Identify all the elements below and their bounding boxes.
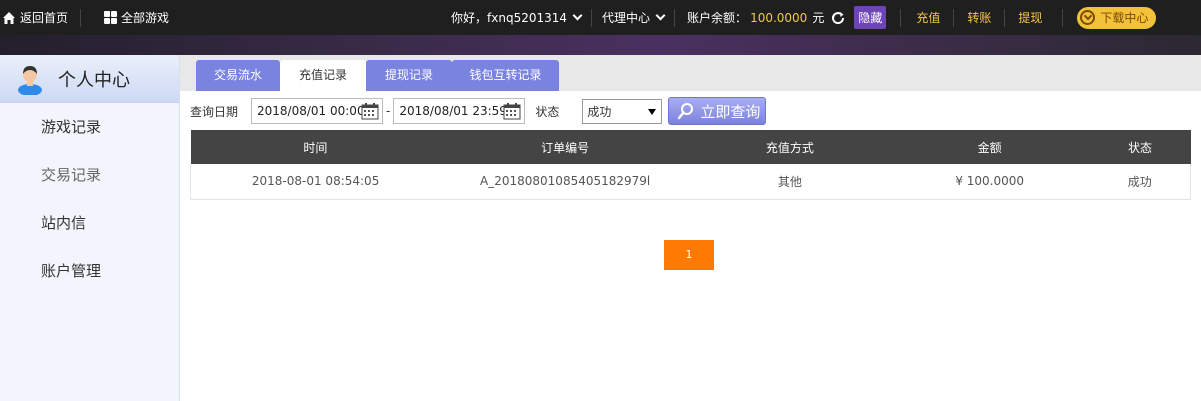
filter-bar: 查询日期 2018/08/01 00:00 - 2018/08/01 23:59… [190, 97, 767, 125]
header-banner [0, 35, 1201, 55]
status-label: 状态 [535, 104, 560, 119]
balance-label: 账户余额： [687, 11, 748, 25]
withdraw-link[interactable]: 提现 [1018, 0, 1042, 35]
hide-balance-button[interactable]: 隐藏 [854, 6, 887, 29]
balance-unit: 元 [812, 11, 825, 25]
end-date-value: 2018/08/01 23:59 [399, 104, 507, 118]
search-icon [677, 102, 695, 120]
chevron-down-icon [572, 10, 583, 21]
divider [1062, 8, 1064, 27]
home-link[interactable]: 返回首页 [0, 0, 68, 35]
sidebar-item-messages[interactable]: 站内信 [0, 199, 179, 247]
recharge-link[interactable]: 充值 [916, 0, 940, 35]
column-header-time: 时间 [190, 130, 441, 164]
top-bar: 返回首页 全部游戏 你好，fxnq5201314 代理中心 账户余额： 100.… [0, 0, 1201, 35]
divider [591, 8, 593, 27]
dropdown-arrow-icon [648, 108, 657, 115]
user-menu[interactable]: 你好，fxnq5201314 [451, 0, 587, 35]
column-header-amount: 金额 [889, 130, 1090, 164]
all-games-label: 全部游戏 [121, 11, 170, 25]
column-header-status: 状态 [1089, 130, 1191, 164]
table-row: 2018-08-01 08:54:05 A_201808010854051829… [190, 164, 1191, 200]
download-center-button[interactable]: 下载中心 [1077, 6, 1157, 29]
sidebar: 个人中心 游戏记录 交易记录 站内信 账户管理 [0, 55, 180, 401]
cell-order-number: A_20180801085405182979l [440, 164, 691, 200]
query-button-label: 立即查询 [700, 102, 761, 121]
date-label: 查询日期 [190, 104, 239, 119]
column-header-method: 充值方式 [690, 130, 890, 164]
start-date-value: 2018/08/01 00:00 [257, 104, 365, 118]
home-icon [2, 11, 16, 25]
records-table: 时间 订单编号 充值方式 金额 状态 2018-08-01 08:54:05 A… [190, 130, 1191, 200]
page-button-current[interactable]: 1 [664, 240, 714, 270]
all-games-link[interactable]: 全部游戏 [104, 0, 169, 35]
divider [1004, 8, 1006, 27]
tab-recharge-records[interactable]: 充值记录 [280, 60, 366, 91]
chevron-down-icon [655, 10, 666, 21]
cell-method: 其他 [690, 164, 890, 200]
balance-display: 账户余额： 100.0000 元 隐藏 [687, 0, 887, 35]
grid-icon [104, 11, 118, 24]
balance-value: 100.0000 [750, 10, 808, 25]
tab-bar: 交易流水 充值记录 提现记录 钱包互转记录 [180, 55, 1201, 91]
sidebar-item-transaction-records[interactable]: 交易记录 [0, 151, 179, 199]
sidebar-item-account-management[interactable]: 账户管理 [0, 247, 179, 295]
cell-time: 2018-08-01 08:54:05 [190, 164, 441, 200]
status-select[interactable]: 成功 [582, 98, 663, 124]
divider [674, 8, 676, 27]
tab-wallet-transfer-records[interactable]: 钱包互转记录 [452, 60, 559, 91]
agent-center-menu[interactable]: 代理中心 [602, 0, 670, 35]
calendar-icon[interactable] [503, 103, 521, 120]
column-header-order-number: 订单编号 [440, 130, 691, 164]
sidebar-title: 个人中心 [58, 69, 130, 91]
cell-amount: ¥ 100.0000 [889, 164, 1090, 200]
transfer-link[interactable]: 转账 [967, 0, 991, 35]
refresh-icon[interactable] [830, 10, 846, 26]
calendar-icon[interactable] [361, 103, 379, 120]
start-date-input[interactable]: 2018/08/01 00:00 [251, 98, 384, 124]
table-header-row: 时间 订单编号 充值方式 金额 状态 [190, 130, 1191, 164]
divider [953, 8, 955, 27]
home-label: 返回首页 [20, 11, 69, 25]
query-button[interactable]: 立即查询 [668, 97, 767, 125]
cell-status: 成功 [1089, 164, 1191, 200]
sidebar-header: 个人中心 [0, 55, 179, 103]
date-separator: - [386, 104, 391, 118]
download-icon [1080, 10, 1096, 25]
greeting-text: 你好，fxnq5201314 [451, 11, 568, 25]
download-label: 下载中心 [1100, 11, 1149, 25]
sidebar-item-game-records[interactable]: 游戏记录 [0, 103, 179, 151]
end-date-input[interactable]: 2018/08/01 23:59 [393, 98, 526, 124]
tab-withdraw-records[interactable]: 提现记录 [366, 60, 452, 91]
divider [900, 8, 902, 27]
status-select-value: 成功 [587, 104, 612, 119]
main-panel: 交易流水 充值记录 提现记录 钱包互转记录 查询日期 2018/08/01 00… [180, 55, 1201, 401]
avatar [16, 63, 44, 96]
divider [80, 8, 82, 27]
agent-center-label: 代理中心 [602, 11, 651, 25]
tab-transaction-flow[interactable]: 交易流水 [196, 60, 280, 91]
